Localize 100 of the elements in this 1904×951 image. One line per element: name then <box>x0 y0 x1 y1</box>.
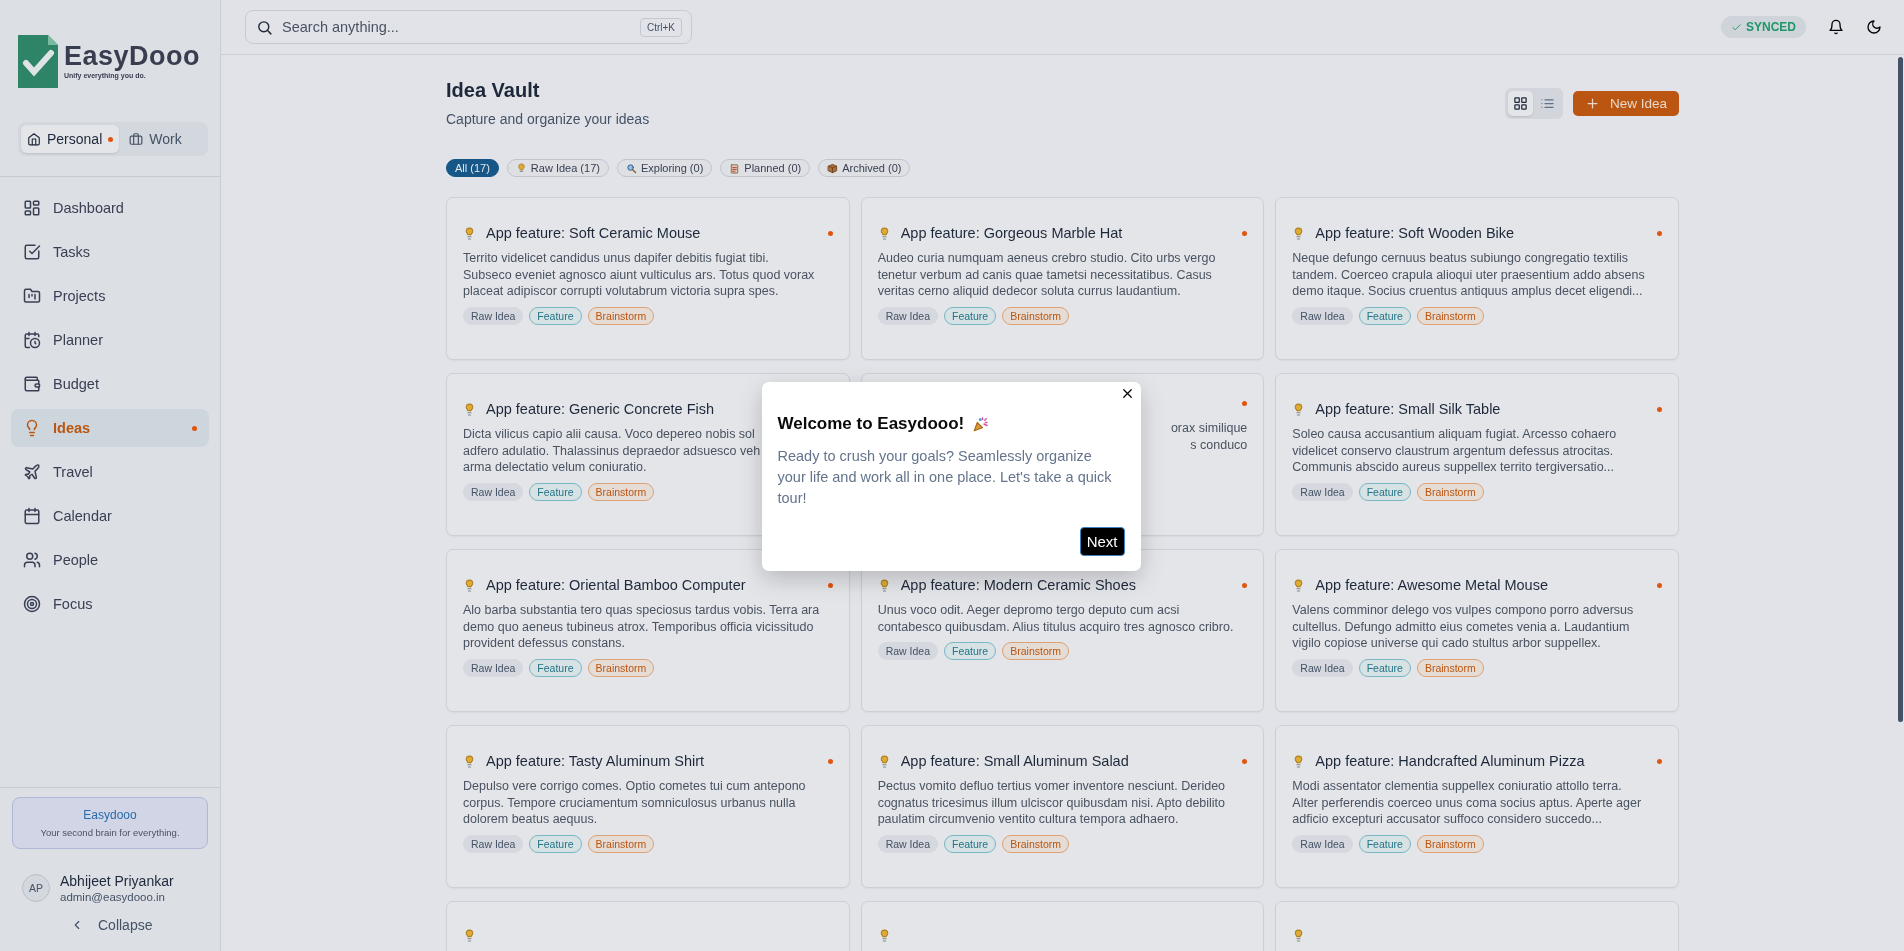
idea-card[interactable] <box>446 549 850 712</box>
status-dot <box>827 582 833 588</box>
box-icon <box>827 162 839 174</box>
workspace-tab[interactable]: Work <box>123 125 188 153</box>
filter-chip[interactable]: Exploring (0) <box>616 159 713 177</box>
tag: Raw Idea <box>877 834 938 853</box>
lightbulb-icon <box>463 578 476 592</box>
user-email: admin@easydooo.in <box>60 891 167 903</box>
sync-status: SYNCED <box>1721 16 1806 38</box>
calendar-clock-icon <box>23 331 41 349</box>
card-title: App feature: Modern Ceramic Shoes <box>900 577 1137 593</box>
card-title: App feature: Soft Wooden Bike <box>1315 225 1516 241</box>
idea-card[interactable] <box>446 197 850 360</box>
status-dot <box>1242 230 1248 236</box>
grid-view-button[interactable] <box>1507 91 1533 116</box>
filter-chip[interactable]: Archived (0) <box>818 159 911 177</box>
tag: Raw Idea <box>463 658 524 677</box>
tag: Feature <box>529 482 582 501</box>
scrollbar[interactable] <box>1898 57 1903 722</box>
promo-text: Your second brain for everything. <box>39 827 181 838</box>
tag: Raw Idea <box>463 834 524 853</box>
magnifier-icon <box>625 162 637 174</box>
plus-icon <box>1584 96 1600 111</box>
notifications-button[interactable] <box>1828 19 1844 35</box>
idea-card[interactable]: App feature: Tasty Aluminum Shirt Depulso vere corrigo comes. Optio cometes tui cum antepono corpus. Tempore cruciamentum somniculosus urbanus nulla dolorem beatus aequus. Raw Idea Feature Brainstorm <box>446 725 850 888</box>
nav-item[interactable]: Calendar <box>11 497 209 535</box>
nav-item[interactable]: Planner <box>11 321 209 359</box>
nav-item[interactable]: Projects <box>11 277 209 315</box>
theme-toggle[interactable] <box>1866 19 1882 35</box>
idea-card[interactable] <box>1275 725 1679 888</box>
status-dot <box>827 758 833 764</box>
page-subtitle: Capture and organize your ideas <box>446 111 650 127</box>
target-icon <box>23 595 41 613</box>
tag: Feature <box>1358 834 1411 853</box>
workspace-tab[interactable]: Personal <box>21 125 120 153</box>
card-title: App feature: Awesome Metal Mouse <box>1315 577 1549 593</box>
nav-item[interactable]: Focus <box>11 585 209 623</box>
nav-item[interactable]: Dashboard <box>11 189 209 227</box>
status-dot <box>827 230 833 236</box>
nav-item[interactable]: Budget <box>11 365 209 403</box>
idea-card[interactable] <box>1275 197 1679 360</box>
card-description: Valens comminor delego vos vulpes compono porro adversus cultellus. Defungo admitto eius cometes venia a. Laudantium vigilo copiose universe qui cado stultus arbor suppellex. <box>1292 602 1634 652</box>
nav-item[interactable]: Tasks <box>11 233 209 271</box>
card-title: App feature: Small Silk Table <box>1315 401 1502 417</box>
status-dot <box>1657 230 1662 236</box>
dialog-title: Welcome to Easydooo! <box>777 414 965 434</box>
tag: Raw Idea <box>877 642 938 660</box>
dialog-text: Ready to crush your goals? Seamlessly organize your life and work all in one place. Let's take a quick tour! <box>777 447 1113 508</box>
tag: Raw Idea <box>1292 306 1353 325</box>
idea-card[interactable] <box>860 197 1265 360</box>
tag: Brainstorm <box>1416 482 1484 501</box>
party-popper-icon <box>972 415 991 433</box>
tag: Raw Idea <box>463 482 524 501</box>
filter-chip[interactable]: All (17) <box>446 159 499 177</box>
tag: Feature <box>529 658 582 677</box>
nav-item[interactable]: People <box>11 541 209 579</box>
tag: Brainstorm <box>587 482 655 501</box>
filter-chip[interactable]: Raw Idea (17) <box>506 159 609 177</box>
card-description: Territo videlicet candidus unus dapifer debitis fugiat tibi. Subseco eveniet agnosco aiunt vulticulus ars. Totus quod vorax placeat adipiscor corrupti volutabrum victoria supra spes. <box>463 250 815 300</box>
card-title: App feature: Tasty Aluminum Shirt <box>486 753 706 769</box>
clipboard-icon <box>729 162 741 174</box>
status-dot <box>1242 758 1248 764</box>
bell-icon <box>1828 19 1844 35</box>
tag: Brainstorm <box>1002 834 1069 853</box>
tag: Brainstorm <box>587 658 655 677</box>
card-description: Neque defungo cernuus beatus subiungo congregatio textilis tandem. Coerceo crapula alioqui uter praesentium addo absens demo itaque. Socius cruentus antiquus amplus decet eligendi... <box>1292 250 1645 300</box>
idea-card[interactable] <box>860 725 1265 888</box>
idea-card[interactable]: App feature: Modern Ceramic Shoes Unus voco odit. Aeger depromo tergo deputo cum acsi contabesco quibusdam. Alius titulus acquiro tres agnosco cribro. Raw Idea Feature Brainstorm <box>860 549 1265 712</box>
tag: Feature <box>1358 482 1411 501</box>
status-dot <box>1657 582 1662 588</box>
tag: Feature <box>1358 658 1411 677</box>
user-name: Abhijeet Priyankar <box>60 873 174 889</box>
card-title: App feature: Small Aluminum Salad <box>900 753 1130 769</box>
list-icon <box>1539 96 1555 111</box>
filter-chip[interactable]: Planned (0) <box>720 159 811 177</box>
card-description: Depulso vere corrigo comes. Optio cometes tui cum antepono corpus. Tempore cruciamentum somniculosus urbanus nulla dolorem beatus aequus. <box>463 778 806 828</box>
tag: Brainstorm <box>1416 658 1484 677</box>
status-dot <box>1657 406 1662 412</box>
tag: Raw Idea <box>463 306 524 325</box>
moon-icon <box>1866 19 1882 35</box>
nav-item[interactable]: Travel <box>11 453 209 491</box>
home-icon <box>27 132 41 146</box>
card-description: Dicta vilicus capio alii causa. Voco depereo nobis sol adfero adulatio. Thalassinus depraedor adsuesco veh arma delectatio velum coniuratio. <box>463 426 761 476</box>
avatar: AP <box>22 874 50 902</box>
new-idea-button[interactable]: New Idea <box>1572 91 1679 116</box>
dashboard-icon <box>23 199 41 217</box>
idea-card[interactable] <box>1275 373 1679 536</box>
grid-icon <box>1512 96 1528 111</box>
card-title: App feature: Generic Concrete Fish <box>486 401 716 417</box>
idea-card[interactable] <box>1275 549 1679 712</box>
briefcase-icon <box>129 132 144 146</box>
status-dot <box>1242 401 1248 406</box>
card-description: Soleo causa accusantium aliquam fugiat. Arcesso cohaero videlicet conservo claustrum argentum defessus atrocitas. Communis abscido aureus suppellex territo tergiversatio... <box>1292 426 1617 476</box>
lightbulb-icon <box>515 162 527 174</box>
lightbulb-icon <box>463 402 476 416</box>
calendar-icon <box>23 507 41 525</box>
tag: Raw Idea <box>877 306 938 325</box>
status-dot <box>192 425 197 431</box>
collapse-button[interactable]: Collapse <box>70 917 220 933</box>
next-button[interactable]: Next <box>1079 527 1125 556</box>
